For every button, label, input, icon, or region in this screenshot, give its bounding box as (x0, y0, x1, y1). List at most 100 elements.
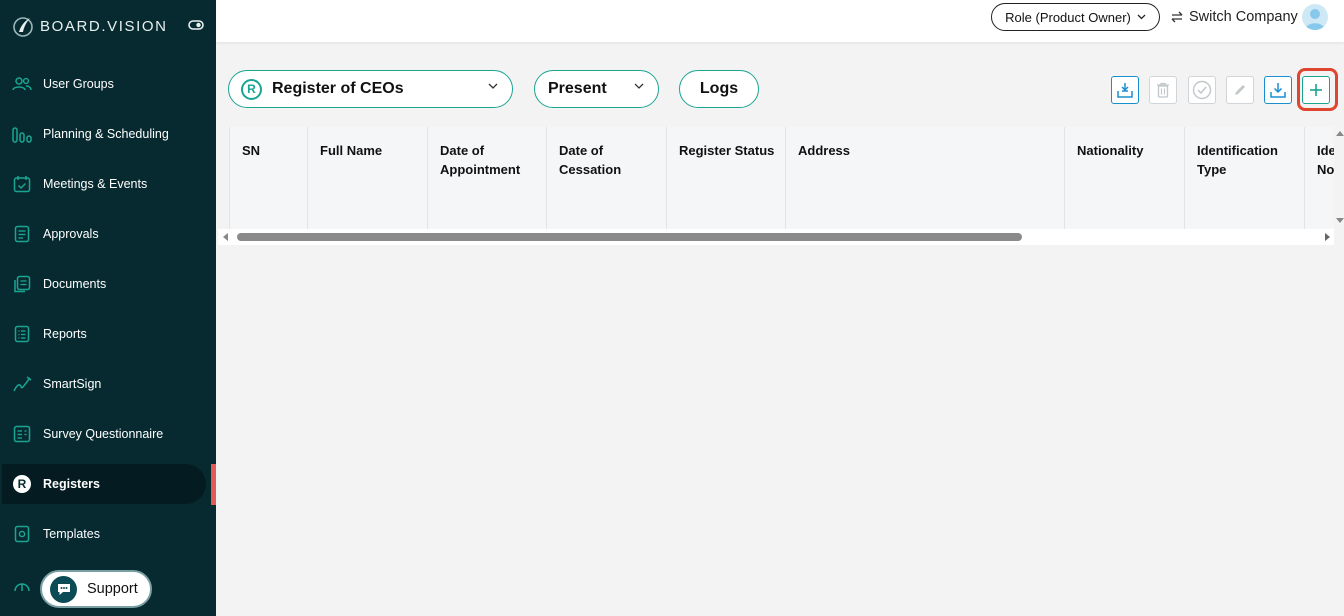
sidebar-item-label: Meetings & Events (43, 177, 148, 191)
survey-icon (11, 423, 33, 445)
menu-item-icon (11, 573, 33, 595)
import-button[interactable] (1111, 76, 1139, 104)
sidebar-item-label: Registers (43, 477, 100, 491)
scroll-right-arrow[interactable] (1325, 233, 1330, 241)
column-header-text: Date of (440, 143, 485, 158)
sidebar-item-label: Reports (43, 327, 87, 341)
vertical-scroll-up-arrow[interactable] (1336, 131, 1344, 136)
brand-logo[interactable]: BOARD.VISION (12, 12, 168, 40)
delete-icon (1157, 82, 1169, 98)
board-vision-logo-icon (13, 17, 33, 37)
approve-button[interactable] (1188, 76, 1216, 104)
sidebar-item-smartsign[interactable]: SmartSign (2, 364, 206, 404)
sidebar-item-label: SmartSign (43, 377, 102, 391)
register-select[interactable]: R Register of CEOs (228, 70, 513, 108)
users-icon (11, 73, 33, 95)
column-header-address[interactable]: Address (786, 127, 1065, 229)
register-table: SN Full Name Date of Appointment Date of… (229, 127, 1334, 229)
column-header-text: Identification (1197, 143, 1278, 158)
horizontal-scrollbar[interactable] (218, 229, 1334, 245)
logs-label: Logs (699, 80, 739, 97)
chevron-down-icon (1137, 14, 1146, 20)
column-header-text: SN (242, 143, 261, 158)
sidebar-item-meetings-events[interactable]: Meetings & Events (2, 164, 206, 204)
planning-icon (11, 123, 33, 145)
import-icon (1117, 83, 1133, 98)
edit-button[interactable] (1226, 76, 1254, 104)
add-button-highlight (1297, 68, 1338, 111)
column-header-text: Full Name (320, 143, 383, 158)
sidebar-item-registers[interactable]: R Registers (2, 464, 206, 504)
column-header-text: Nationality (1077, 143, 1144, 158)
period-select[interactable]: Present (534, 70, 659, 108)
switch-company-label: Switch Company (1189, 9, 1298, 25)
user-avatar-icon (1305, 9, 1325, 30)
column-header-text: Register Status (679, 143, 775, 158)
column-header-text: Type (1197, 162, 1227, 177)
period-select-value: Present (548, 80, 607, 97)
register-badge: R (241, 78, 262, 100)
registers-icon: R (11, 473, 33, 495)
reports-icon (11, 323, 33, 345)
sidebar: BOARD.VISION User Groups Planning & Sche… (0, 0, 216, 616)
chevron-down-icon (634, 83, 644, 89)
support-button[interactable]: Support (40, 570, 152, 608)
column-header-text: Address (798, 143, 851, 158)
column-header-identification-type[interactable]: Identification Type (1185, 127, 1305, 229)
user-avatar[interactable] (1302, 4, 1328, 30)
column-header-register-status[interactable]: Register Status (667, 127, 786, 229)
column-header-text: Date of (559, 143, 604, 158)
column-header-date-of-appointment[interactable]: Date of Appointment (428, 127, 547, 229)
sidebar-item-planning-scheduling[interactable]: Planning & Scheduling (2, 114, 206, 154)
sidebar-item-reports[interactable]: Reports (2, 314, 206, 354)
register-select-value: Register of CEOs (272, 80, 404, 97)
sidebar-item-label: User Groups (43, 77, 114, 91)
active-item-marker (211, 464, 216, 505)
column-header-text: No. (1317, 162, 1334, 177)
sidebar-item-templates[interactable]: Templates (2, 514, 206, 554)
table-header: SN Full Name Date of Appointment Date of… (229, 127, 1334, 229)
approve-icon (1192, 80, 1212, 100)
sidebar-item-label: Survey Questionnaire (43, 427, 164, 441)
column-header-sn[interactable]: SN (229, 127, 308, 229)
column-header-text: Cessation (559, 162, 622, 177)
sidebar-item-label: Templates (43, 527, 100, 541)
column-header-nationality[interactable]: Nationality (1065, 127, 1185, 229)
swap-arrows-icon (1171, 11, 1183, 23)
calendar-icon (11, 173, 33, 195)
scrollbar-thumb[interactable] (237, 233, 1022, 241)
signature-icon (11, 373, 33, 395)
templates-icon (11, 523, 33, 545)
delete-button[interactable] (1149, 76, 1177, 104)
svg-text:R: R (18, 477, 27, 491)
sidebar-item-documents[interactable]: Documents (2, 264, 206, 304)
chat-icon (50, 575, 77, 603)
role-label: Role (Product Owner) (1005, 9, 1131, 25)
scroll-left-arrow[interactable] (223, 233, 228, 241)
sidebar-item-survey-questionnaire[interactable]: Survey Questionnaire (2, 414, 206, 454)
documents-icon (11, 273, 33, 295)
brand-name: BOARD.VISION (40, 17, 168, 35)
role-dropdown[interactable]: Role (Product Owner) (991, 3, 1160, 31)
edit-icon (1235, 85, 1245, 95)
sidebar-item-user-groups[interactable]: User Groups (2, 64, 206, 104)
switch-company-button[interactable]: Switch Company (1170, 6, 1298, 28)
vertical-scroll-down-arrow[interactable] (1336, 218, 1344, 223)
column-header-text: Appointment (440, 162, 521, 177)
approvals-icon (11, 223, 33, 245)
top-header: Role (Product Owner) Switch Company (216, 0, 1344, 42)
logs-button[interactable]: Logs (679, 70, 759, 108)
sidebar-item-label: Approvals (43, 227, 99, 241)
chevron-down-icon (488, 83, 498, 89)
sidebar-toggle-icon[interactable] (188, 19, 204, 31)
download-button[interactable] (1264, 76, 1292, 104)
sidebar-item-label: Documents (43, 277, 107, 291)
column-header-full-name[interactable]: Full Name (308, 127, 428, 229)
support-label: Support (87, 581, 138, 597)
sidebar-item-label: Planning & Scheduling (43, 127, 169, 141)
column-header-text: Ide (1317, 143, 1334, 158)
sidebar-item-approvals[interactable]: Approvals (2, 214, 206, 254)
column-header-date-of-cessation[interactable]: Date of Cessation (547, 127, 667, 229)
column-header-identification-no[interactable]: Ide No. (1305, 127, 1334, 229)
download-icon (1270, 83, 1286, 98)
